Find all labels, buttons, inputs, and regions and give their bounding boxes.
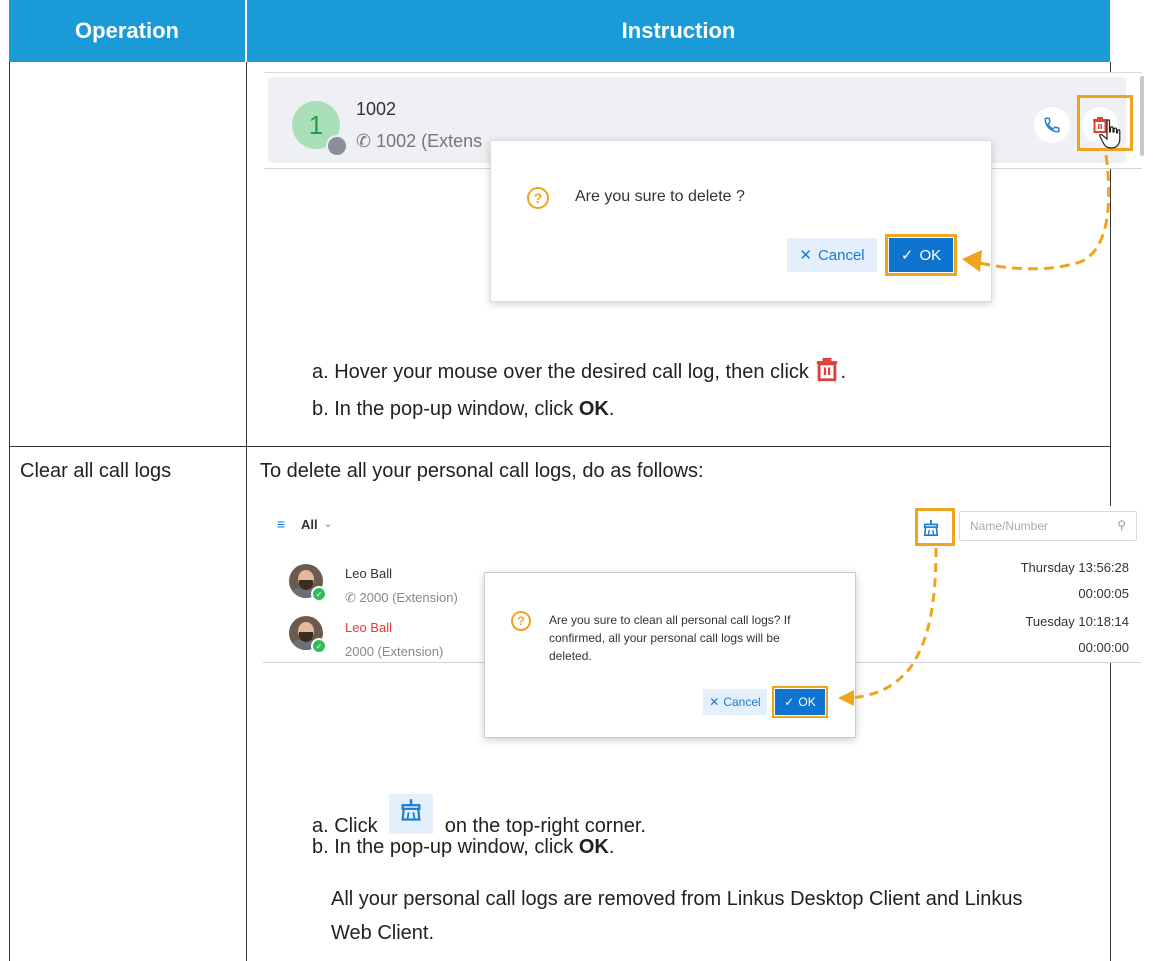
result-note: All your personal call logs are removed … (331, 888, 1023, 944)
broom-icon (389, 794, 434, 834)
instruction-table: Operation Instruction 1 1002 ✆ 1002 (Ext… (0, 0, 1155, 961)
step-a-clear: a. Click on the top-right corner. (312, 794, 646, 838)
step-b-clear: b. In the pop-up window, click OK. (312, 836, 615, 858)
